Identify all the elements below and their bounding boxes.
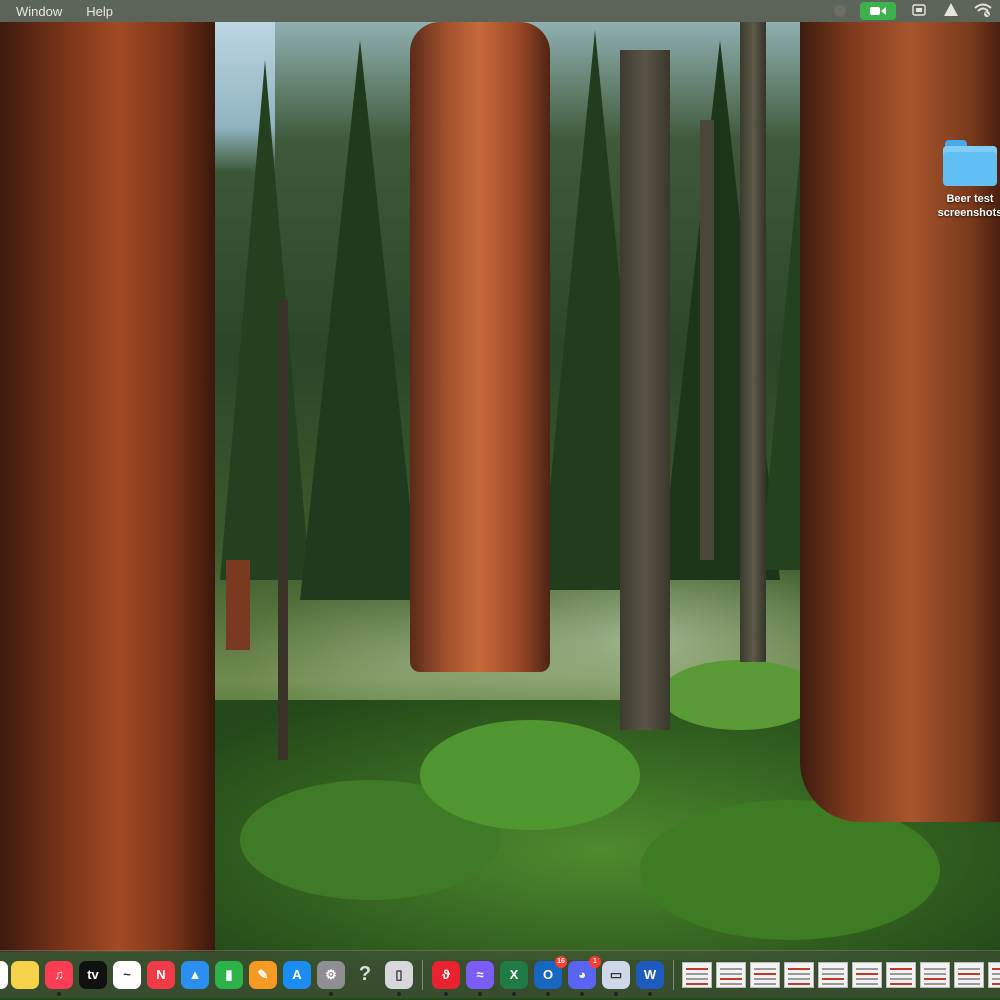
pages-icon[interactable]: ✎ — [249, 960, 277, 989]
word-icon[interactable]: W — [636, 960, 664, 996]
scrobbles-icon[interactable]: ϑ — [432, 960, 460, 996]
dock-running-apps-group: ϑ ≈ X O 16 ◕ 1 ▭ W — [429, 955, 667, 996]
wallpaper-trunk — [226, 560, 250, 650]
dock-app-partial[interactable] — [0, 960, 8, 989]
settings-icon[interactable]: ⚙ — [317, 960, 345, 996]
document-thumbnail-1[interactable] — [682, 961, 712, 988]
wifi-icon[interactable] — [974, 3, 992, 20]
screen-mirror-icon[interactable] — [910, 3, 928, 20]
running-indicator — [648, 991, 652, 996]
desktop-folder-beer-test-screenshots[interactable]: Beer test screenshots — [930, 140, 1000, 220]
desktop-wallpaper — [0, 0, 1000, 1000]
document-thumbnail-4[interactable] — [784, 961, 814, 988]
notification-badge: 1 — [589, 955, 601, 968]
running-indicator — [580, 991, 584, 996]
freeform-icon[interactable]: ~ — [113, 960, 141, 989]
keynote-icon[interactable]: ▲ — [181, 960, 209, 989]
wallpaper-trunk — [700, 120, 714, 560]
warning-icon[interactable] — [942, 3, 960, 19]
wallpaper-trunk — [278, 300, 288, 760]
wallpaper-sequoia — [0, 22, 215, 952]
running-indicator — [614, 991, 618, 996]
desktop-folder-label: Beer test screenshots — [930, 192, 1000, 220]
document-thumbnail-6[interactable] — [852, 961, 882, 988]
outlook-icon[interactable]: O 16 — [534, 955, 567, 996]
appstore-icon[interactable]: A — [283, 960, 311, 989]
running-indicator — [444, 991, 448, 996]
iphone-icon[interactable]: ▯ — [385, 960, 413, 996]
document-thumbnail-10[interactable] — [988, 961, 1000, 988]
folder-icon — [943, 140, 997, 186]
wallpaper-tree — [220, 60, 310, 580]
dock-apps-group: ♫ tv ~ N ▲ ▮ ✎ A ⚙? ▯ — [8, 960, 416, 996]
dock: ♫ tv ~ N ▲ ▮ ✎ A ⚙? ▯ ϑ ≈ X O 16 ◕ 1 ▭ W — [0, 950, 1000, 998]
news-icon[interactable]: N — [147, 960, 175, 989]
dock-divider — [422, 959, 423, 990]
music-icon[interactable]: ♫ — [45, 960, 73, 996]
document-thumbnail-5[interactable] — [818, 961, 848, 988]
wallpaper-bush — [660, 660, 820, 730]
excel-icon[interactable]: X — [500, 960, 528, 996]
wallpaper-tree — [300, 40, 420, 600]
preview-icon[interactable]: ▭ — [602, 960, 630, 996]
running-indicator — [512, 991, 516, 996]
messenger-icon[interactable]: ≈ — [466, 960, 494, 996]
running-indicator — [57, 991, 61, 996]
wallpaper-sequoia — [410, 22, 550, 672]
running-indicator — [478, 991, 482, 996]
document-thumbnail-2[interactable] — [716, 961, 746, 988]
running-indicator — [546, 991, 550, 996]
menu-help[interactable]: Help — [78, 4, 121, 19]
notification-badge: 16 — [555, 955, 567, 968]
document-thumbnail-7[interactable] — [886, 961, 916, 988]
folder-label-line2: screenshots — [937, 207, 1000, 219]
wallpaper-bush — [420, 720, 640, 830]
running-indicator — [329, 991, 333, 996]
numbers-icon[interactable]: ▮ — [215, 960, 243, 989]
document-thumbnail-9[interactable] — [954, 961, 984, 988]
question-icon[interactable]: ? — [351, 961, 379, 989]
appletv-icon[interactable]: tv — [79, 960, 107, 989]
folder-label-line1: Beer test — [946, 193, 994, 205]
menu-window[interactable]: Window — [8, 4, 70, 19]
status-area — [834, 0, 1000, 22]
document-thumbnail-3[interactable] — [750, 961, 780, 988]
wallpaper-trunk — [740, 22, 766, 662]
menu-bar: Window Help — [0, 0, 1000, 22]
record-dot-icon[interactable] — [834, 5, 846, 17]
dock-divider — [673, 959, 674, 990]
discord-icon[interactable]: ◕ 1 — [568, 955, 601, 996]
dock-minimized-windows — [680, 961, 1000, 988]
wallpaper-trunk — [620, 50, 670, 730]
notes-icon[interactable] — [11, 960, 39, 989]
document-thumbnail-8[interactable] — [920, 961, 950, 988]
camera-icon[interactable] — [860, 2, 896, 20]
running-indicator — [397, 991, 401, 996]
